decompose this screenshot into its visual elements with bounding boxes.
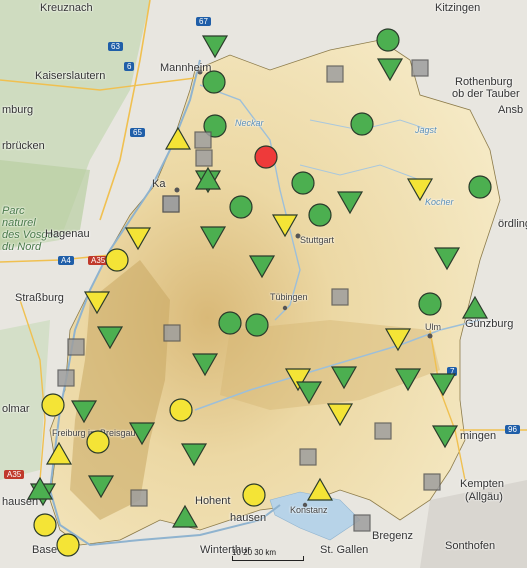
station-marker-triangle-down-green[interactable] [433,247,461,271]
station-marker-square-gray[interactable] [423,473,441,491]
station-marker-circle-green[interactable] [245,313,269,337]
station-marker-square-gray[interactable] [67,338,85,356]
station-marker-square-gray[interactable] [163,324,181,342]
station-marker-square-gray[interactable] [326,65,344,83]
station-marker-square-gray[interactable] [162,195,180,213]
station-marker-triangle-down-yellow[interactable] [83,291,111,315]
station-marker-square-gray[interactable] [194,131,212,149]
station-marker-circle-yellow[interactable] [86,430,110,454]
station-marker-circle-green[interactable] [418,292,442,316]
station-marker-circle-yellow[interactable] [33,513,57,537]
station-marker-triangle-up-yellow[interactable] [45,441,73,465]
station-marker-triangle-up-yellow[interactable] [306,477,334,501]
station-marker-circle-green[interactable] [350,112,374,136]
station-marker-square-gray[interactable] [353,514,371,532]
station-marker-circle-green[interactable] [376,28,400,52]
station-marker-square-gray[interactable] [331,288,349,306]
marker-layer [26,28,492,557]
station-marker-triangle-down-green[interactable] [199,226,227,250]
station-marker-circle-yellow[interactable] [105,248,129,272]
station-marker-triangle-down-green[interactable] [429,373,457,397]
station-marker-triangle-down-yellow[interactable] [124,227,152,251]
station-marker-triangle-up-green[interactable] [461,295,489,319]
station-marker-triangle-down-yellow[interactable] [326,403,354,427]
station-marker-triangle-down-green[interactable] [295,381,323,405]
station-marker-square-gray[interactable] [411,59,429,77]
station-marker-triangle-down-green[interactable] [330,366,358,390]
station-marker-square-gray[interactable] [374,422,392,440]
station-marker-circle-green[interactable] [218,311,242,335]
station-marker-triangle-down-green[interactable] [336,191,364,215]
station-marker-circle-red[interactable] [254,145,278,169]
station-marker-triangle-down-green[interactable] [394,368,422,392]
station-marker-triangle-down-green[interactable] [96,326,124,350]
station-marker-square-gray[interactable] [195,149,213,167]
station-marker-circle-green[interactable] [229,195,253,219]
station-marker-triangle-down-green[interactable] [201,35,229,59]
station-marker-circle-yellow[interactable] [41,393,65,417]
station-marker-triangle-down-green[interactable] [191,353,219,377]
station-marker-circle-green[interactable] [308,203,332,227]
station-marker-square-gray[interactable] [299,448,317,466]
station-marker-circle-green[interactable] [468,175,492,199]
map-canvas[interactable]: Kreuznach Kitzingen Kaiserslautern Mannh… [0,0,527,568]
station-marker-triangle-down-yellow[interactable] [271,214,299,238]
station-marker-triangle-up-green[interactable] [171,504,199,528]
station-marker-triangle-down-green[interactable] [128,422,156,446]
station-marker-square-gray[interactable] [130,489,148,507]
station-marker-triangle-down-green[interactable] [180,443,208,467]
station-marker-circle-green[interactable] [202,70,226,94]
station-marker-triangle-down-green[interactable] [431,425,459,449]
station-marker-triangle-down-green[interactable] [87,475,115,499]
station-marker-triangle-down-green[interactable] [70,400,98,424]
station-marker-circle-green[interactable] [291,171,315,195]
station-marker-triangle-up-yellow[interactable] [164,126,192,150]
station-marker-circle-yellow[interactable] [169,398,193,422]
station-marker-triangle-down-green[interactable] [376,58,404,82]
station-marker-triangle-down-yellow[interactable] [384,328,412,352]
station-marker-triangle-down-green[interactable] [248,255,276,279]
station-marker-triangle-down-yellow[interactable] [406,178,434,202]
station-marker-circle-yellow[interactable] [242,483,266,507]
station-marker-square-gray[interactable] [57,369,75,387]
station-marker-circle-yellow[interactable] [56,533,80,557]
